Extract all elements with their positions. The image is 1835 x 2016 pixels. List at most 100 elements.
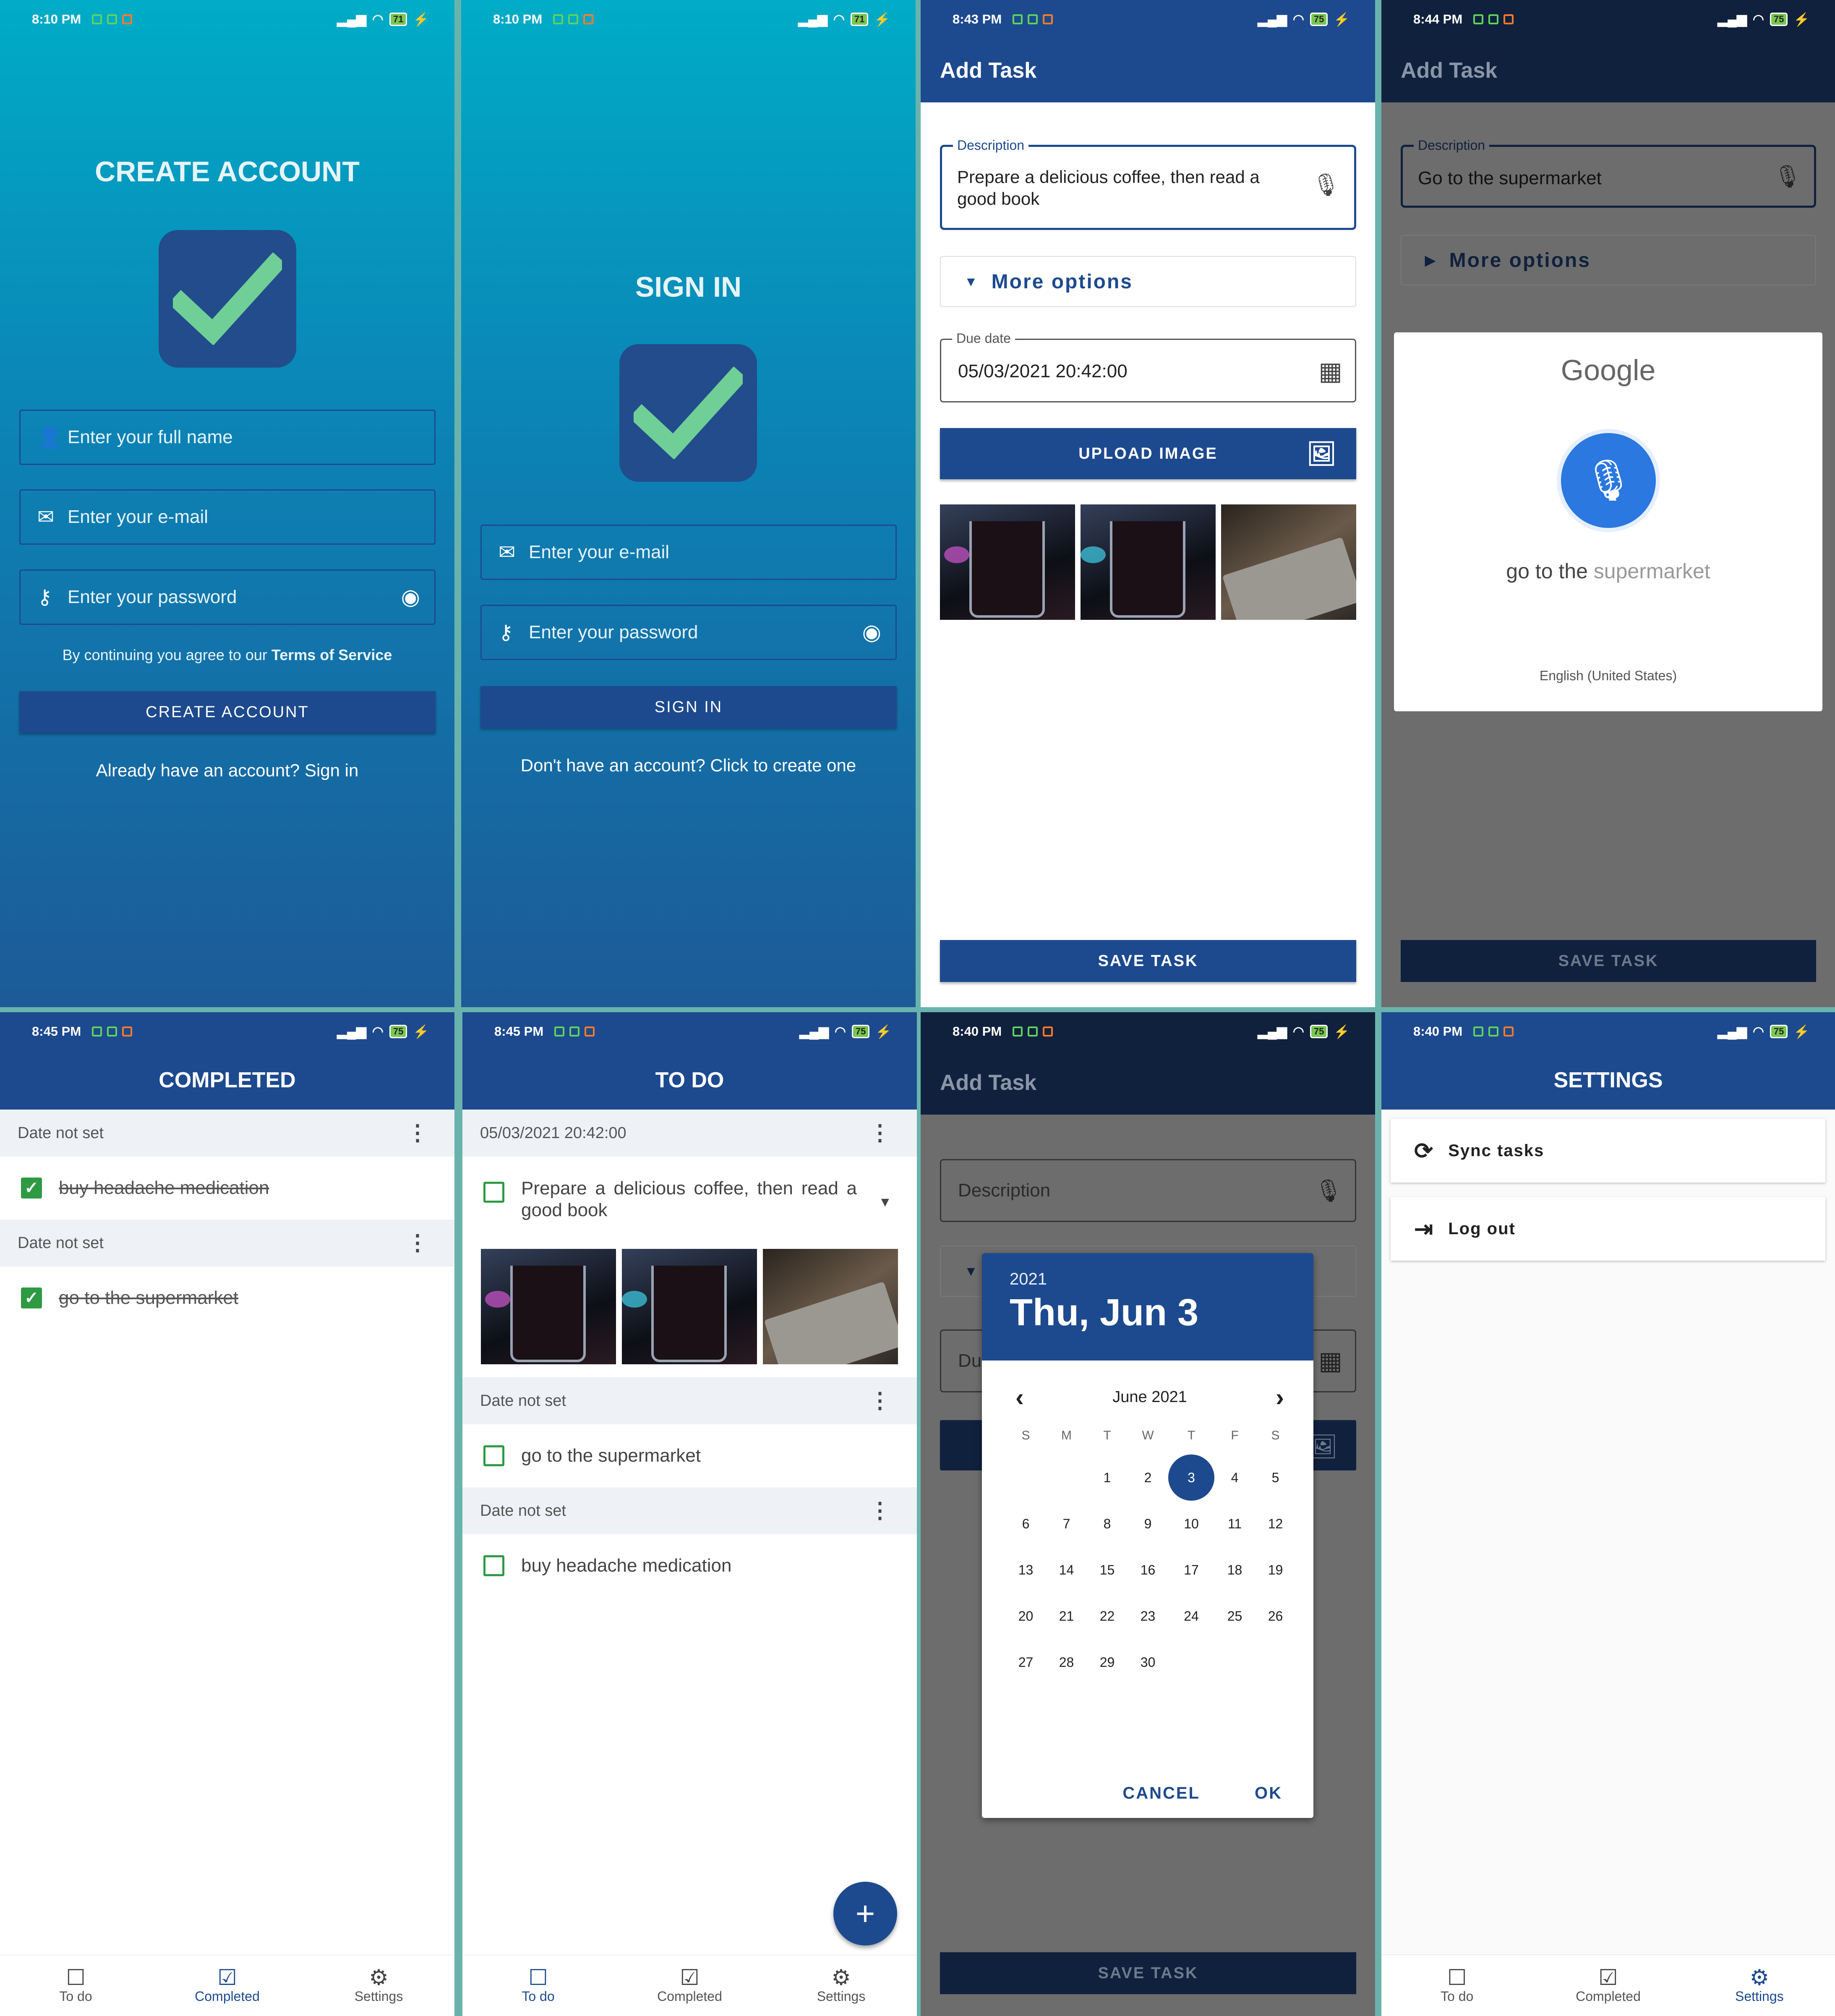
create-account-link[interactable]: Don't have an account? Click to create o… <box>461 755 916 776</box>
more-vert-icon[interactable]: ⋮ <box>407 1120 428 1146</box>
nav-completed[interactable]: ☑ Completed <box>1532 1955 1684 2016</box>
sync-tasks-option[interactable]: ⟳ Sync tasks <box>1391 1119 1825 1183</box>
more-vert-icon[interactable]: ⋮ <box>869 1498 891 1523</box>
save-task-button[interactable]: SAVE TASK <box>1401 940 1816 982</box>
calendar-day[interactable]: 28 <box>1046 1639 1087 1685</box>
more-options-expander[interactable]: ▼ More options <box>940 256 1356 307</box>
password-input[interactable]: ⚷ Enter your password ◉ <box>480 605 897 660</box>
calendar-day[interactable]: 25 <box>1214 1593 1255 1639</box>
create-account-button[interactable]: CREATE ACCOUNT <box>19 691 436 733</box>
coffee-photo-2[interactable] <box>1081 504 1216 620</box>
nav-settings[interactable]: ⚙ Settings <box>765 1955 917 2016</box>
calendar-day[interactable]: 1 <box>1087 1455 1128 1501</box>
calendar-day[interactable]: 16 <box>1128 1547 1168 1593</box>
microphone-icon[interactable]: 🎙 <box>1561 433 1656 528</box>
description-field[interactable]: Description Go to the supermarket 🎙 <box>1401 138 1816 208</box>
calendar-icon[interactable]: ▦ <box>1318 357 1342 386</box>
calendar-day[interactable]: 11 <box>1214 1501 1255 1547</box>
chevron-left-icon[interactable]: ‹ <box>1015 1383 1024 1412</box>
show-password-eye-icon[interactable]: ◉ <box>862 620 881 645</box>
nav-todo[interactable]: ☐ To do <box>1381 1955 1532 2016</box>
task-item[interactable]: ✓ buy headache medication <box>0 1157 454 1220</box>
calendar-icon[interactable]: ▦ <box>1318 1346 1342 1376</box>
more-vert-icon[interactable]: ⋮ <box>869 1120 891 1146</box>
coffee-photo-2[interactable] <box>622 1249 757 1364</box>
upload-image-button[interactable]: UPLOAD IMAGE 🖼 <box>940 428 1356 479</box>
calendar-day[interactable]: 24 <box>1168 1593 1214 1639</box>
calendar-day[interactable]: 18 <box>1214 1547 1255 1593</box>
calendar-day[interactable]: 27 <box>1005 1639 1046 1685</box>
email-input[interactable]: ✉ Enter your e-mail <box>19 489 436 545</box>
terms-of-service-link[interactable]: Terms of Service <box>271 646 392 663</box>
calendar-day[interactable]: 7 <box>1046 1501 1087 1547</box>
add-task-fab[interactable]: + <box>833 1882 897 1945</box>
calendar-day[interactable]: 29 <box>1087 1639 1128 1685</box>
calendar-day[interactable]: 14 <box>1046 1547 1087 1593</box>
calendar-day[interactable]: 30 <box>1128 1639 1168 1685</box>
calendar-day[interactable]: 9 <box>1128 1501 1168 1547</box>
book-photo[interactable] <box>763 1249 898 1364</box>
task-item[interactable]: ✓ go to the supermarket <box>0 1267 454 1329</box>
password-input[interactable]: ⚷ Enter your password ◉ <box>19 569 436 625</box>
email-input[interactable]: ✉ Enter your e-mail <box>480 525 897 580</box>
checked-checkbox-icon[interactable]: ✓ <box>21 1287 42 1308</box>
checkbox-icon[interactable] <box>483 1182 504 1203</box>
save-task-button[interactable]: SAVE TASK <box>940 940 1356 982</box>
ok-button[interactable]: OK <box>1255 1784 1282 1803</box>
more-vert-icon[interactable]: ⋮ <box>869 1388 891 1413</box>
nav-settings[interactable]: ⚙ Settings <box>303 1955 454 2016</box>
expand-caret-icon[interactable]: ▼ <box>878 1194 892 1210</box>
microphone-icon[interactable]: 🎙 <box>1315 1178 1342 1204</box>
checkbox-icon[interactable] <box>483 1555 504 1576</box>
book-photo[interactable] <box>1221 504 1356 620</box>
sign-in-button[interactable]: SIGN IN <box>480 686 897 728</box>
more-options-expander[interactable]: ▶ More options <box>1401 235 1816 285</box>
save-task-button[interactable]: SAVE TASK <box>940 1952 1356 1994</box>
checked-checkbox-icon[interactable]: ✓ <box>21 1178 42 1199</box>
selected-day[interactable]: 3 <box>1168 1455 1214 1501</box>
task-item[interactable]: buy headache medication <box>462 1534 917 1597</box>
checkbox-icon[interactable] <box>483 1445 504 1466</box>
calendar-day[interactable]: 21 <box>1046 1593 1087 1639</box>
language-label[interactable]: English (United States) <box>1394 668 1822 684</box>
calendar-day[interactable]: 15 <box>1087 1547 1128 1593</box>
task-item[interactable]: go to the supermarket <box>462 1424 917 1487</box>
full-name-input[interactable]: 👤 Enter your full name <box>19 410 436 465</box>
calendar-day[interactable]: 8 <box>1087 1501 1128 1547</box>
selected-year[interactable]: 2021 <box>1010 1270 1313 1289</box>
calendar-day[interactable]: 2 <box>1128 1455 1168 1501</box>
calendar-day[interactable]: 12 <box>1255 1501 1296 1547</box>
calendar-day[interactable]: 4 <box>1214 1455 1255 1501</box>
calendar-day[interactable]: 10 <box>1168 1501 1214 1547</box>
log-out-option[interactable]: ⇥ Log out <box>1391 1197 1825 1261</box>
coffee-photo-1[interactable] <box>940 504 1075 620</box>
calendar-day[interactable]: 5 <box>1255 1455 1296 1501</box>
calendar-day[interactable]: 3 <box>1168 1455 1214 1501</box>
calendar-day[interactable]: 22 <box>1087 1593 1128 1639</box>
nav-completed[interactable]: ☑ Completed <box>614 1955 765 2016</box>
nav-settings[interactable]: ⚙ Settings <box>1684 1955 1835 2016</box>
calendar-day[interactable]: 13 <box>1005 1547 1046 1593</box>
calendar-day[interactable]: 6 <box>1005 1501 1046 1547</box>
status-bar: 8:10 PM ▂▄▆ ◠ 71 ⚡ <box>461 0 916 39</box>
calendar-day[interactable]: 26 <box>1255 1593 1296 1639</box>
task-item[interactable]: Prepare a delicious coffee, then read a … <box>462 1157 917 1249</box>
cancel-button[interactable]: CANCEL <box>1122 1784 1200 1803</box>
nav-todo[interactable]: ☐ To do <box>0 1955 151 2016</box>
more-vert-icon[interactable]: ⋮ <box>407 1230 428 1256</box>
sign-in-link[interactable]: Already have an account? Sign in <box>0 760 454 781</box>
calendar-day[interactable]: 20 <box>1005 1593 1046 1639</box>
coffee-photo-1[interactable] <box>481 1249 616 1364</box>
microphone-icon[interactable]: 🎙 <box>1312 172 1340 198</box>
description-field[interactable]: Description 🎙 <box>940 1159 1356 1222</box>
due-date-field[interactable]: Due date 05/03/2021 20:42:00 ▦ <box>940 331 1356 402</box>
chevron-right-icon[interactable]: › <box>1276 1383 1284 1412</box>
description-field[interactable]: Description Prepare a delicious coffee, … <box>940 138 1356 230</box>
nav-completed[interactable]: ☑ Completed <box>151 1955 303 2016</box>
calendar-day[interactable]: 17 <box>1168 1547 1214 1593</box>
calendar-day[interactable]: 23 <box>1128 1593 1168 1639</box>
microphone-icon[interactable]: 🎙 <box>1774 164 1801 189</box>
show-password-eye-icon[interactable]: ◉ <box>401 585 420 610</box>
nav-todo[interactable]: ☐ To do <box>462 1955 614 2016</box>
calendar-day[interactable]: 19 <box>1255 1547 1296 1593</box>
